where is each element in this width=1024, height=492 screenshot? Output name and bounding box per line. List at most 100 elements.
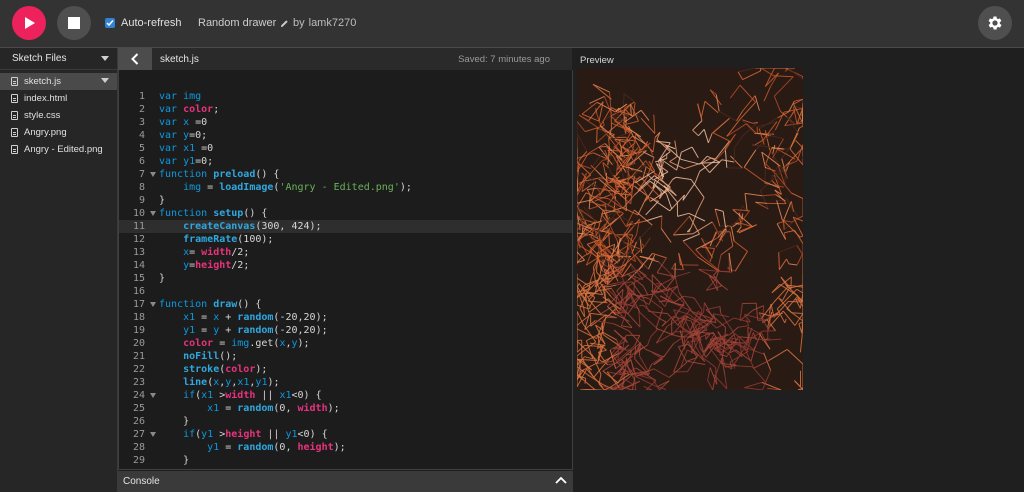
gutter (147, 350, 159, 363)
pencil-icon[interactable] (280, 19, 289, 28)
author-byline: by lamk7270 (293, 17, 356, 29)
code-text: x=x1; (159, 467, 213, 469)
auto-refresh-toggle[interactable]: Auto-refresh (105, 17, 182, 29)
code-line[interactable]: 18 x1 = x + random(-20,20); (119, 311, 572, 324)
by-label: by (293, 17, 305, 29)
code-text: function draw() { (159, 299, 262, 310)
settings-button[interactable] (978, 6, 1012, 40)
code-text: y1 = y + random(-20,20); (183, 325, 328, 336)
sketch-title[interactable]: Random drawer (198, 17, 289, 29)
console-bar[interactable]: Console (118, 471, 573, 492)
chevron-up-icon[interactable] (555, 476, 567, 484)
code-line[interactable]: 19 y1 = y + random(-20,20); (119, 324, 572, 337)
file-item-style-css[interactable]: style.css (0, 107, 117, 124)
fold-toggle-icon[interactable] (147, 428, 159, 441)
file-icon (11, 111, 18, 120)
code-editor[interactable]: 1 var img 2 var color; 3 var x =0 4 var y=0; 5 va… (118, 70, 573, 470)
gutter (147, 90, 159, 103)
sketch-files-sidebar: Sketch Files sketch.js index.html style.… (0, 48, 118, 492)
code-text: var y=0; (159, 130, 208, 141)
code-line[interactable]: 13 x= width/2; (119, 246, 572, 259)
sidebar-header[interactable]: Sketch Files (0, 48, 117, 70)
code-line[interactable]: 23 line(x,y,x1,y1); (119, 376, 572, 389)
gutter (147, 376, 159, 389)
code-line[interactable]: 16 (119, 285, 572, 298)
fold-toggle-icon[interactable] (147, 298, 159, 311)
code-line[interactable]: 15} (119, 272, 572, 285)
chevron-down-icon[interactable] (101, 55, 109, 62)
code-line[interactable]: 6 var y1=0; (119, 155, 572, 168)
code-text: if(x1 >width || x1<0) { (183, 390, 322, 401)
fold-toggle-icon[interactable] (147, 389, 159, 402)
code-line[interactable]: 8 img = loadImage('Angry - Edited.png'); (119, 181, 572, 194)
code-line[interactable]: 29 } (119, 454, 572, 467)
code-text: var y1=0; (159, 156, 214, 167)
code-line[interactable]: 26 } (119, 415, 572, 428)
gutter (147, 116, 159, 129)
code-line[interactable]: 28 y1 = random(0, height); (119, 441, 572, 454)
gutter (147, 311, 159, 324)
code-line[interactable]: 4 var y=0; (119, 129, 572, 142)
author-link[interactable]: lamk7270 (309, 17, 357, 29)
code-line[interactable]: 30 x=x1; (119, 467, 572, 469)
line-number: 7 (138, 169, 145, 180)
stop-button[interactable] (57, 6, 91, 40)
code-line[interactable]: 1 var img (119, 90, 572, 103)
code-line[interactable]: 20 color = img.get(x,y); (119, 337, 572, 350)
code-line[interactable]: 24 if(x1 >width || x1<0) { (119, 389, 572, 402)
auto-refresh-checkbox[interactable] (105, 18, 115, 28)
file-item-sketch-js[interactable]: sketch.js (0, 73, 117, 90)
code-text: color = img.get(x,y); (183, 338, 310, 349)
preview-stroke (771, 174, 773, 181)
code-text: stroke(color); (183, 364, 268, 375)
gutter (147, 415, 159, 428)
code-text: function preload() { (159, 169, 280, 180)
chevron-down-icon[interactable] (101, 78, 109, 83)
code-line[interactable]: 14 y=height/2; (119, 259, 572, 272)
code-text: var x =0 (159, 117, 208, 128)
editor-file-tab[interactable]: sketch.js (160, 54, 199, 65)
code-line[interactable]: 10 function setup() { (119, 207, 572, 220)
code-line[interactable]: 5 var x1 =0 (119, 142, 572, 155)
gutter (147, 441, 159, 454)
file-item-angry-edited-png[interactable]: Angry - Edited.png (0, 141, 117, 158)
preview-label: Preview (580, 55, 614, 66)
code-text: if(y1 >height || y1<0) { (183, 429, 328, 440)
file-item-angry-png[interactable]: Angry.png (0, 124, 117, 141)
code-line[interactable]: 11 createCanvas(300, 424); (119, 220, 572, 233)
line-number: 15 (132, 273, 145, 284)
code-line[interactable]: 9} (119, 194, 572, 207)
code-line[interactable]: 27 if(y1 >height || y1<0) { (119, 428, 572, 441)
code-line[interactable]: 12 frameRate(100); (119, 233, 572, 246)
line-number: 19 (132, 325, 145, 336)
code-line[interactable]: 25 x1 = random(0, width); (119, 402, 572, 415)
code-line[interactable]: 2 var color; (119, 103, 572, 116)
editor-header: sketch.js Saved: 7 minutes ago (118, 48, 572, 70)
preview-stroke (801, 108, 803, 123)
saved-status: Saved: 7 minutes ago (458, 54, 550, 65)
preview-stroke (602, 159, 607, 161)
console-label: Console (123, 476, 160, 487)
stop-icon (68, 17, 80, 29)
file-item-index-html[interactable]: index.html (0, 90, 117, 107)
code-line[interactable]: 3 var x =0 (119, 116, 572, 129)
fold-toggle-icon[interactable] (147, 168, 159, 181)
code-line[interactable]: 17 function draw() { (119, 298, 572, 311)
play-button[interactable] (12, 6, 46, 40)
preview-canvas[interactable] (577, 68, 803, 390)
code-line[interactable]: 7 function preload() { (119, 168, 572, 181)
gutter (147, 285, 159, 298)
code-area[interactable]: 1 var img 2 var color; 3 var x =0 4 var y=0; 5 va… (119, 90, 572, 469)
code-text: line(x,y,x1,y1); (183, 377, 280, 388)
preview-stroke (596, 128, 598, 143)
collapse-sidebar-button[interactable] (118, 48, 152, 70)
code-text: img = loadImage('Angry - Edited.png'); (183, 182, 412, 193)
code-text: x1 = random(0, width); (207, 403, 340, 414)
code-line[interactable]: 22 stroke(color); (119, 363, 572, 376)
fold-toggle-icon[interactable] (147, 207, 159, 220)
code-line[interactable]: 21 noFill(); (119, 350, 572, 363)
gutter (147, 246, 159, 259)
line-number: 17 (132, 299, 145, 310)
gutter (147, 363, 159, 376)
gutter (147, 467, 159, 469)
